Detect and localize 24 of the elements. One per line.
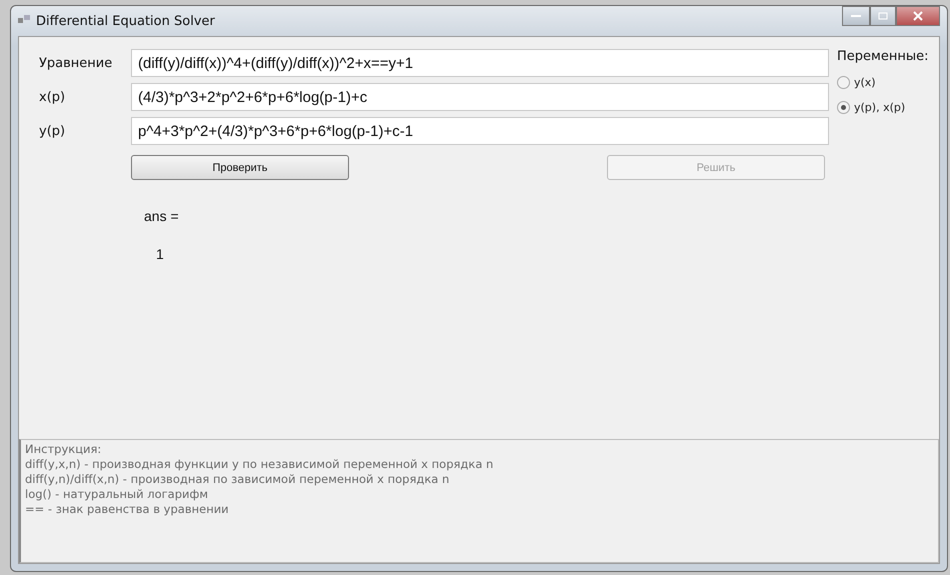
instruction-text: == - знак равенства в уравнении	[25, 502, 230, 516]
output-text: ans =	[144, 208, 180, 224]
instruction-text: diff(y,x,n) - производная функции y по независимой переменной x порядка n	[25, 457, 494, 471]
input-field[interactable]: p^4+3*p^2+(4/3)*p^3+6*p+6*log(p-1)+c-1	[131, 117, 829, 145]
radio-option[interactable]: y(p), x(p)	[837, 101, 928, 114]
instruction-text: log() - натуральный логарифм	[25, 487, 209, 501]
output-text: 1	[155, 246, 165, 262]
check-button[interactable]: Проверить	[131, 155, 349, 180]
radio-option[interactable]: y(x)	[837, 76, 928, 89]
close-icon[interactable]	[913, 11, 923, 21]
radio-icon[interactable]	[837, 76, 850, 89]
close-button[interactable]	[896, 6, 940, 26]
minimize-button[interactable]	[842, 6, 870, 26]
radio-icon[interactable]	[837, 101, 850, 114]
field-label: x(p)	[39, 90, 66, 104]
variables-title: Переменные:	[837, 49, 928, 64]
instruction-text: Инструкция:	[25, 442, 102, 456]
field-label: Уравнение	[39, 56, 114, 70]
input-field[interactable]: (diff(y)/diff(x))^4+(diff(y)/diff(x))^2+x==y+1	[131, 49, 829, 77]
input-field[interactable]: (4/3)*p^3+2*p^2+6*p+6*log(p-1)+c	[131, 83, 829, 111]
instruction-text: diff(y,n)/diff(x,n) - производная по зависимой переменной x порядка n	[25, 472, 450, 486]
maximize-button[interactable]	[870, 6, 896, 26]
field-label: y(p)	[39, 124, 66, 138]
window-title: Differential Equation Solver	[36, 14, 215, 28]
